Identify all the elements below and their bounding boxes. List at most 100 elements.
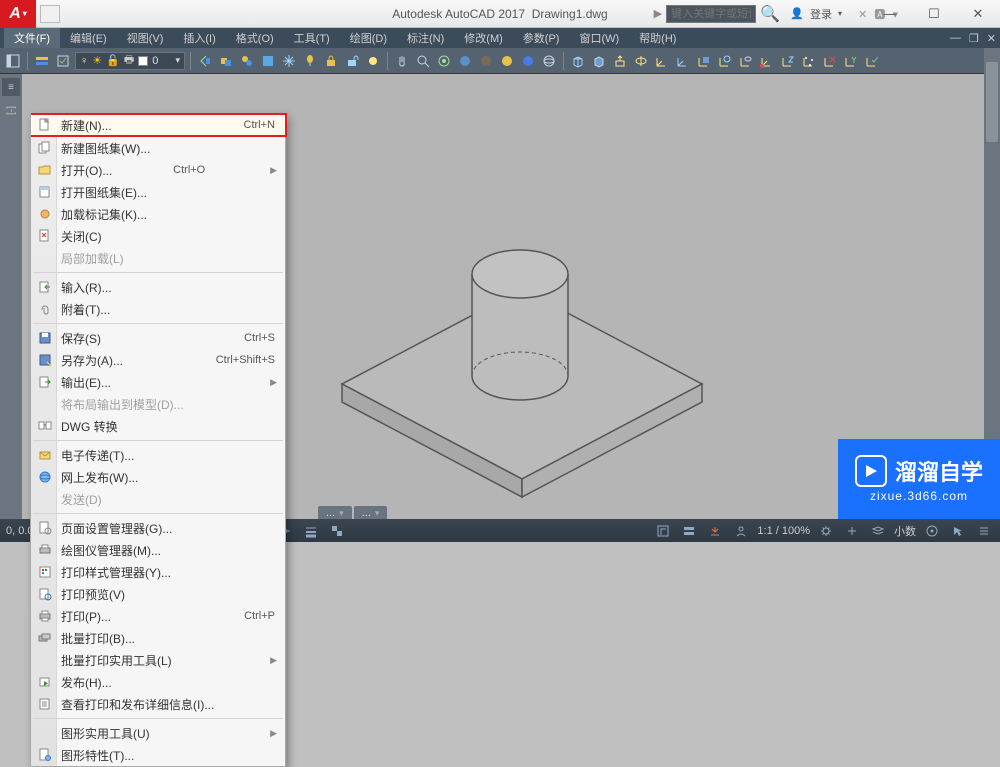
menu-tools[interactable]: 工具(T) (284, 28, 340, 48)
layer-previous-button[interactable] (196, 52, 214, 70)
menu-item-plotter-manager[interactable]: 绘图仪管理器(M)... (31, 539, 285, 561)
qat-dropdown[interactable] (40, 5, 60, 23)
ucs-y-button[interactable] (842, 52, 860, 70)
extrude-button[interactable] (611, 52, 629, 70)
menu-item-save[interactable]: 保存(S) Ctrl+S (31, 327, 285, 349)
doc-close-icon[interactable]: ✕ (987, 32, 996, 45)
menu-item-open-sheetset[interactable]: 打开图纸集(E)... (31, 181, 285, 203)
layer-freeze-button[interactable] (280, 52, 298, 70)
menu-item-batch-plot[interactable]: 批量打印(B)... (31, 627, 285, 649)
layer-lock-button[interactable] (322, 52, 340, 70)
workspace-icon[interactable] (705, 522, 725, 540)
menu-help[interactable]: 帮助(H) (629, 28, 686, 48)
menu-item-load-markup[interactable]: 加载标记集(K)... (31, 203, 285, 225)
toggle-panel-button[interactable] (4, 52, 22, 70)
sphere-yellow-button[interactable] (498, 52, 516, 70)
ucs-x-button[interactable] (821, 52, 839, 70)
doc-minimize-icon[interactable]: — (950, 32, 961, 45)
ucs-z-button[interactable] (779, 52, 797, 70)
menu-dimension[interactable]: 标注(N) (397, 28, 454, 48)
orbit-button[interactable] (435, 52, 453, 70)
menu-view[interactable]: 视图(V) (117, 28, 174, 48)
search-input[interactable] (666, 5, 756, 23)
solid-button[interactable] (477, 52, 495, 70)
zoom-button[interactable] (414, 52, 432, 70)
menu-three-lines-icon[interactable] (974, 522, 994, 540)
plus-icon[interactable] (842, 522, 862, 540)
layout-tab-1[interactable]: ...▾ (318, 506, 352, 520)
menu-item-new-sheetset[interactable]: 新建图纸集(W)... (31, 137, 285, 159)
ucs-3point-button[interactable] (800, 52, 818, 70)
menu-item-plot-style[interactable]: 打印样式管理器(Y)... (31, 561, 285, 583)
target-icon[interactable] (922, 522, 942, 540)
ucs-prev-button[interactable] (674, 52, 692, 70)
menu-window[interactable]: 窗口(W) (569, 28, 629, 48)
layers-icon[interactable] (868, 522, 888, 540)
sphere-blue-button[interactable] (519, 52, 537, 70)
menu-item-print[interactable]: 打印(P)... Ctrl+P (31, 605, 285, 627)
layer-states-button[interactable] (54, 52, 72, 70)
layer-thaw-button[interactable] (364, 52, 382, 70)
menu-item-publish[interactable]: 发布(H)... (31, 671, 285, 693)
close-button[interactable]: ✕ (956, 1, 1000, 27)
ucs-view-button[interactable] (737, 52, 755, 70)
layer-unlock-button[interactable] (343, 52, 361, 70)
cursor-icon[interactable] (948, 522, 968, 540)
menu-item-new[interactable]: 新建(N)... Ctrl+N (31, 113, 287, 137)
menu-item-print-details[interactable]: 查看打印和发布详细信息(I)... (31, 693, 285, 715)
menu-insert[interactable]: 插入(I) (173, 28, 225, 48)
app-logo[interactable]: A (0, 0, 36, 28)
ucs-world-button[interactable] (653, 52, 671, 70)
menu-item-save-as[interactable]: 另存为(A)... Ctrl+Shift+S (31, 349, 285, 371)
menu-item-import[interactable]: 输入(R)... (31, 276, 285, 298)
help-search[interactable]: ▶ 🔍 (654, 4, 780, 24)
menu-item-drawing-properties[interactable]: 图形特性(T)... (31, 744, 285, 766)
ucs-origin-button[interactable] (758, 52, 776, 70)
menu-item-etransmit[interactable]: 电子传递(T)... (31, 444, 285, 466)
maximize-button[interactable]: ☐ (912, 1, 956, 27)
search-icon[interactable]: 🔍 (760, 4, 780, 24)
gear-icon[interactable] (816, 522, 836, 540)
quickprops-toggle[interactable] (679, 522, 699, 540)
layout-tab-2[interactable]: ...▾ (354, 506, 388, 520)
minimize-button[interactable]: — (868, 1, 912, 27)
start-tab[interactable]: [-] (6, 106, 17, 115)
revolve-button[interactable] (632, 52, 650, 70)
layer-iso-button[interactable] (259, 52, 277, 70)
transparency-toggle[interactable] (327, 522, 347, 540)
wireframe-button[interactable] (540, 52, 558, 70)
menu-item-drawing-utils[interactable]: 图形实用工具(U) ▶ (31, 722, 285, 744)
vertical-scrollbar[interactable] (984, 48, 1000, 499)
box-button[interactable] (569, 52, 587, 70)
menu-item-page-setup[interactable]: 页面设置管理器(G)... (31, 517, 285, 539)
annotation-scale[interactable]: 1:1 / 100% (757, 525, 810, 537)
ucs-object-button[interactable] (716, 52, 734, 70)
menu-parametric[interactable]: 参数(P) (513, 28, 570, 48)
menu-edit[interactable]: 编辑(E) (60, 28, 117, 48)
menu-draw[interactable]: 绘图(D) (340, 28, 397, 48)
menu-item-batch-plot-utils[interactable]: 批量打印实用工具(L) ▶ (31, 649, 285, 671)
menu-format[interactable]: 格式(O) (226, 28, 284, 48)
pan-button[interactable] (393, 52, 411, 70)
box2-button[interactable] (590, 52, 608, 70)
units-label[interactable]: 小数 (894, 523, 916, 539)
menu-modify[interactable]: 修改(M) (454, 28, 513, 48)
menu-item-web-publish[interactable]: 网上发布(W)... (31, 466, 285, 488)
menu-item-export[interactable]: 输出(E)... ▶ (31, 371, 285, 393)
menu-item-attach[interactable]: 附着(T)... (31, 298, 285, 320)
layer-dropdown[interactable]: ♀ ☀ 🔓 🖶 0 ▾ (75, 52, 185, 70)
menu-item-print-preview[interactable]: 打印预览(V) (31, 583, 285, 605)
lineweight-toggle[interactable] (301, 522, 321, 540)
menu-item-open[interactable]: 打开(O)... Ctrl+O ▶ (31, 159, 285, 181)
layer-tools-button[interactable] (238, 52, 256, 70)
menu-file[interactable]: 文件(F) (4, 28, 60, 48)
aperson-icon[interactable] (731, 522, 751, 540)
ucs-apply-button[interactable] (863, 52, 881, 70)
account-area[interactable]: 👤 登录 ▾ (790, 6, 842, 22)
menu-item-dwg-convert[interactable]: DWG 转换 (31, 415, 285, 437)
render-button[interactable] (456, 52, 474, 70)
menu-item-close[interactable]: 关闭(C) (31, 225, 285, 247)
layer-match-button[interactable] (217, 52, 235, 70)
home-button[interactable]: ≡ (2, 78, 20, 96)
doc-restore-icon[interactable]: ❐ (969, 32, 979, 45)
